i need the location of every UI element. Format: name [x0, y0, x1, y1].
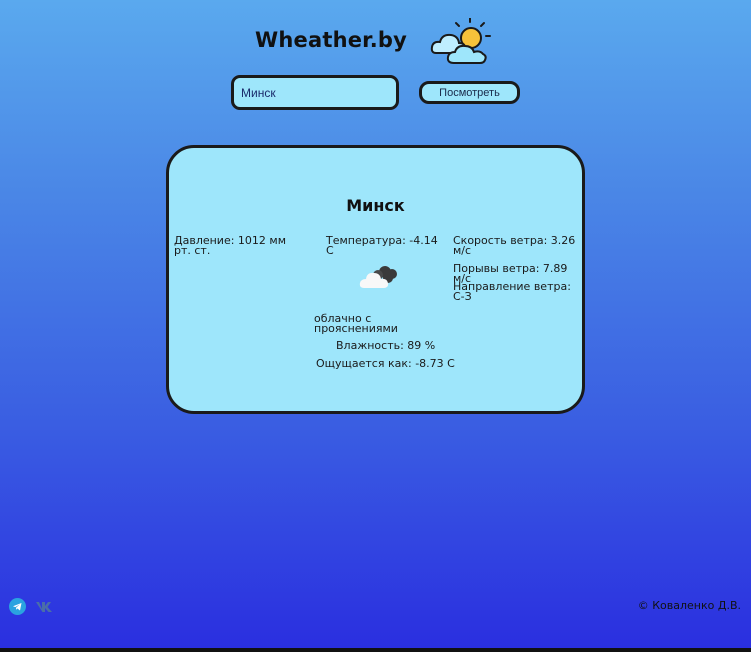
weather-card: Минск Давление: 1012 мм рт. ст. Температ… — [166, 145, 585, 414]
bottom-bar — [0, 648, 751, 652]
city-search-input[interactable] — [231, 75, 399, 110]
temperature-value: Температура: -4.14 C — [326, 234, 438, 257]
feels-like-value: Ощущается как: -8.73 C — [316, 357, 455, 370]
sun-behind-clouds-icon — [430, 18, 491, 64]
wind-speed-value: Скорость ветра: 3.26 м/с — [453, 234, 576, 257]
pressure-value: Давление: 1012 мм рт. ст. — [174, 234, 287, 257]
telegram-icon[interactable] — [9, 598, 26, 615]
city-name: Минск — [346, 196, 405, 215]
wind-direction-value: Направление ветра: С-З — [453, 280, 571, 303]
humidity-value: Влажность: 89 % — [336, 339, 436, 352]
weather-description: облачно с прояснениями — [314, 312, 398, 335]
copyright-text: © Коваленко Д.В. — [637, 599, 741, 612]
vk-icon[interactable] — [35, 600, 54, 614]
view-weather-button[interactable]: Посмотреть — [419, 81, 520, 104]
brand-title: Wheather.by — [255, 28, 408, 52]
cloudy-icon — [359, 266, 397, 288]
